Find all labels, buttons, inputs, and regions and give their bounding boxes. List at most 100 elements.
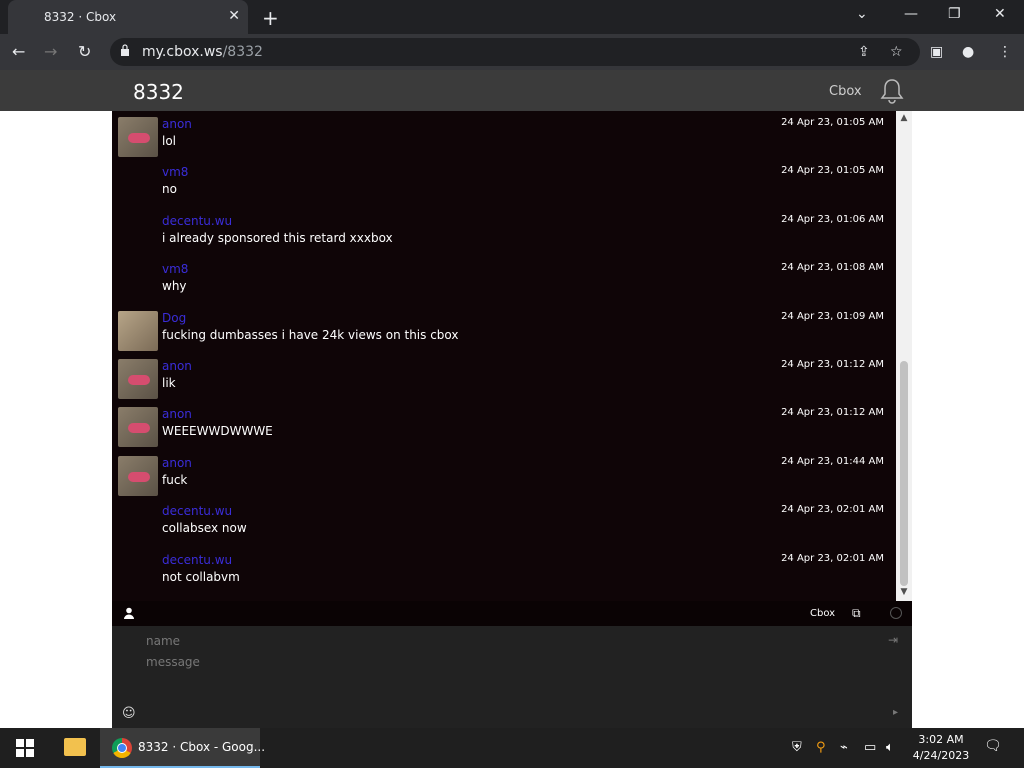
bell-icon[interactable] xyxy=(880,78,904,104)
message-username[interactable]: decentu.wu xyxy=(162,504,232,518)
browser-tab[interactable]: 8332 · Cbox ✕ xyxy=(8,0,248,34)
message-username[interactable]: decentu.wu xyxy=(162,553,232,567)
heart-glasses-icon xyxy=(128,423,150,434)
cbox-brand-link[interactable]: Cbox xyxy=(829,84,862,99)
message-username[interactable]: vm8 xyxy=(162,165,188,179)
send-icon[interactable]: ▸ xyxy=(893,707,898,718)
file-explorer-icon[interactable] xyxy=(64,738,86,756)
notifications-icon[interactable]: 🗨︎ xyxy=(984,738,1002,754)
clock-time: 3:02 AM xyxy=(918,733,964,746)
chrome-icon xyxy=(112,738,132,758)
message-timestamp: 24 Apr 23, 01:44 AM xyxy=(781,455,884,467)
message-timestamp: 24 Apr 23, 01:09 AM xyxy=(781,310,884,322)
message-username[interactable]: anon xyxy=(162,407,192,421)
message-username[interactable]: vm8 xyxy=(162,262,188,276)
message-text: no xyxy=(162,182,177,197)
new-tab-icon[interactable]: + xyxy=(262,6,279,30)
avatar xyxy=(118,310,158,351)
message-text: why xyxy=(162,279,187,294)
message-text: lik xyxy=(162,376,176,390)
heart-glasses-icon xyxy=(128,471,150,482)
volume-icon[interactable]: 🔈︎ xyxy=(886,740,894,755)
security-shield-icon[interactable]: ⛨ xyxy=(792,740,802,755)
menu-icon[interactable]: ⋮ xyxy=(998,44,1012,60)
smiley-icon[interactable]: ☺ xyxy=(122,706,136,721)
scroll-up-icon[interactable]: ▲ xyxy=(896,113,912,127)
avatar xyxy=(118,117,158,157)
loading-icon xyxy=(890,607,902,619)
message-timestamp: 24 Apr 23, 01:12 AM xyxy=(781,359,884,370)
forward-icon[interactable]: → xyxy=(44,42,57,61)
profile-icon[interactable]: ● xyxy=(962,44,974,60)
chat-box: anon lol 24 Apr 23, 01:05 AM vm8 no 24 Apr 23… xyxy=(112,111,912,729)
back-icon[interactable]: ← xyxy=(12,42,25,61)
share-icon[interactable]: ⇪ xyxy=(858,44,870,60)
chat-toolbar: Cbox ⧉ xyxy=(112,601,912,626)
network-icon[interactable]: ⌁ xyxy=(840,740,848,755)
message-username[interactable]: decentu.wu xyxy=(162,214,232,228)
restore-icon[interactable]: ❐ xyxy=(948,6,961,22)
cbox-link[interactable]: Cbox xyxy=(810,608,835,619)
message-row: decentu.wu collabsex now 24 Apr 23, 02:01 … xyxy=(112,500,896,548)
scrollbar-thumb[interactable] xyxy=(900,361,908,586)
user-icon[interactable] xyxy=(124,607,134,619)
tab-close-icon[interactable]: ✕ xyxy=(228,8,240,24)
message-timestamp: 24 Apr 23, 01:05 AM xyxy=(781,165,884,177)
message-text: fucking dumbasses i have 24k views on th… xyxy=(162,327,459,342)
url-path: /8332 xyxy=(222,44,263,60)
taskbar-chrome-button[interactable]: 8332 · Cbox - Goog... xyxy=(100,728,265,768)
message-timestamp: 24 Apr 23, 01:12 AM xyxy=(781,407,884,419)
message-row: vm8 no 24 Apr 23, 01:05 AM xyxy=(112,161,896,209)
message-text: collabsex now xyxy=(162,521,247,536)
popout-icon[interactable]: ⧉ xyxy=(852,606,861,621)
taskbar-clock[interactable]: 3:02 AM 4/24/2023 xyxy=(912,732,970,764)
scroll-down-icon[interactable]: ▼ xyxy=(896,587,912,601)
browser-tabstrip: 8332 · Cbox ✕ + ⌄ — ❐ ✕ xyxy=(0,0,1024,34)
windows-start-icon[interactable] xyxy=(16,739,34,757)
page-title: 8332 xyxy=(133,80,184,104)
message-username[interactable]: anon xyxy=(162,456,192,470)
message-username[interactable]: anon xyxy=(162,117,192,131)
message-row: Dog fucking dumbasses i have 24k views on… xyxy=(112,307,896,355)
post-form: ⇥ ☺ ▸ xyxy=(112,626,912,729)
bookmark-star-icon[interactable]: ☆ xyxy=(890,44,903,60)
message-username[interactable]: anon xyxy=(162,359,192,373)
avatar xyxy=(118,359,158,399)
search-tray-icon[interactable]: ⚲ xyxy=(816,740,826,755)
message-row: anon lik 24 Apr 23, 01:12 AM xyxy=(112,355,896,403)
lock-icon xyxy=(121,44,129,56)
heart-glasses-icon xyxy=(128,375,150,385)
display-icon[interactable]: ▭ xyxy=(864,740,876,755)
tab-title: 8332 · Cbox xyxy=(44,10,117,24)
message-timestamp: 24 Apr 23, 02:01 AM xyxy=(781,552,884,564)
url-text: my.cbox.ws/8332 xyxy=(142,44,263,60)
message-list[interactable]: anon lol 24 Apr 23, 01:05 AM vm8 no 24 Apr 23… xyxy=(112,111,896,601)
window-close-icon[interactable]: ✕ xyxy=(994,6,1006,22)
message-timestamp: 24 Apr 23, 01:08 AM xyxy=(781,262,884,274)
reload-icon[interactable]: ↻ xyxy=(78,42,91,61)
name-input[interactable] xyxy=(144,631,848,651)
avatar xyxy=(118,407,158,448)
message-timestamp: 24 Apr 23, 01:05 AM xyxy=(781,117,884,128)
message-timestamp: 24 Apr 23, 02:01 AM xyxy=(781,504,884,516)
address-bar[interactable]: my.cbox.ws/8332 xyxy=(110,38,920,66)
message-text: WEEEWWDWWWE xyxy=(162,424,273,439)
tab-search-icon[interactable]: ⌄ xyxy=(856,6,868,22)
message-text: lol xyxy=(162,134,177,148)
message-input[interactable] xyxy=(144,653,888,697)
windows-taskbar: 8332 · Cbox - Goog... ⛨ ⚲ ⌁ ▭ 🔈︎ 3:02 AM… xyxy=(0,728,1024,768)
minimize-icon[interactable]: — xyxy=(904,6,918,22)
sign-in-icon[interactable]: ⇥ xyxy=(888,633,898,647)
url-host: my.cbox.ws xyxy=(142,44,223,60)
message-row: anon lol 24 Apr 23, 01:05 AM xyxy=(112,113,896,161)
message-username[interactable]: Dog xyxy=(162,311,186,325)
message-row: anon WEEEWWDWWWE 24 Apr 23, 01:12 AM xyxy=(112,403,896,451)
message-row: decentu.wu i already sponsored this retar… xyxy=(112,210,896,258)
taskbar-chrome-title: 8332 · Cbox - Goog... xyxy=(138,740,266,754)
side-panel-icon[interactable]: ▣ xyxy=(930,44,943,60)
avatar xyxy=(118,455,158,496)
message-row: anon fuck 24 Apr 23, 01:44 AM xyxy=(112,452,896,500)
message-text: fuck xyxy=(162,472,188,487)
message-text: not collabvm xyxy=(162,569,240,584)
clock-date: 4/24/2023 xyxy=(912,749,970,762)
